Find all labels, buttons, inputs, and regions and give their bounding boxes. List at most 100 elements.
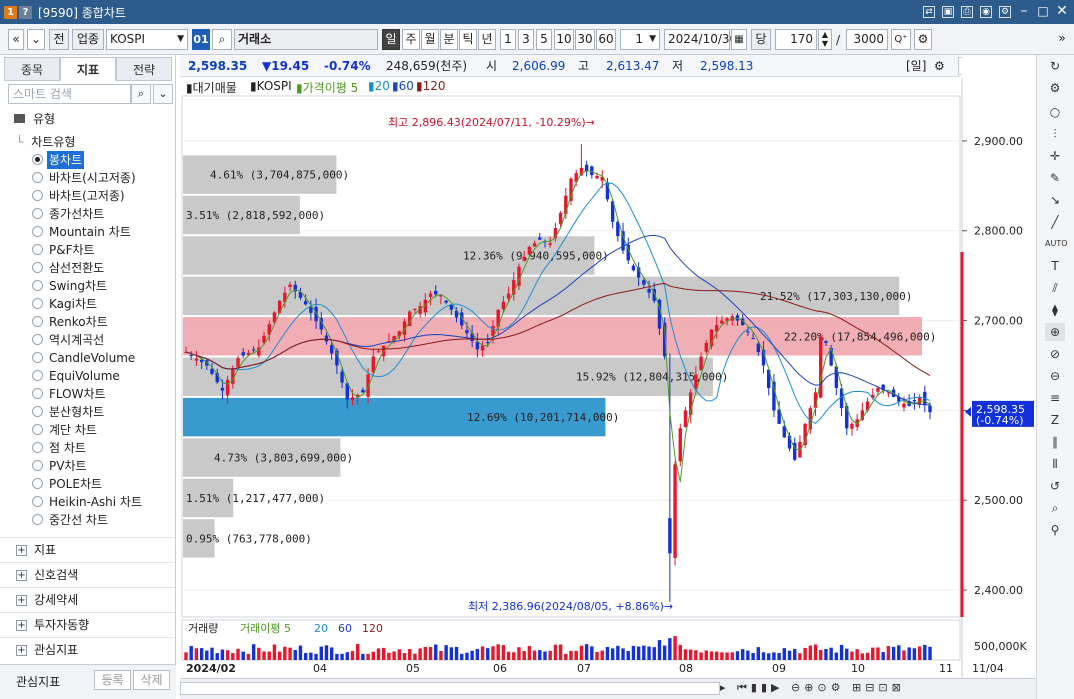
magnify-icon[interactable]: ⚲ <box>1045 521 1065 539</box>
candle-body <box>225 379 230 396</box>
bar-lines-icon[interactable]: ⦀ <box>1045 455 1065 473</box>
volume-bar <box>720 652 724 660</box>
volume-bar <box>293 650 297 660</box>
x-tick-label: 10 <box>851 662 865 675</box>
candle-body <box>486 342 490 344</box>
volume-bar <box>189 646 193 660</box>
x-tick-label: 2024/02 <box>186 662 236 675</box>
volume-bar <box>605 646 610 660</box>
volume-bar <box>215 653 219 660</box>
volume-bar <box>460 653 464 660</box>
volume-profile-label: 12.69% (10,201,714,000) <box>467 411 619 424</box>
volume-bar <box>626 651 630 660</box>
candle-body <box>309 307 313 313</box>
high-annotation: 최고 2,896.43(2024/07/11, -10.29%)→ <box>388 116 595 129</box>
candle-body <box>324 335 329 342</box>
volume-bar <box>496 644 500 660</box>
chart-tool-icon[interactable]: ⫶ <box>1045 125 1065 143</box>
volume-bar <box>865 652 870 660</box>
volume-bar <box>819 649 823 660</box>
zoom-out-icon[interactable]: ⊖ <box>1045 367 1065 385</box>
volume-bar <box>662 645 667 660</box>
close-icon[interactable]: ✕ <box>1056 4 1068 18</box>
volume-bar <box>735 651 740 660</box>
volume-bar <box>382 647 386 660</box>
candle-body <box>720 320 724 324</box>
price-chart[interactable]: 2,900.002,800.002,700.002,600.002,500.00… <box>0 0 1036 678</box>
volume-legend-item: 거래이평 5 <box>240 622 291 635</box>
volume-bar <box>277 651 282 660</box>
pen-icon[interactable]: ✎ <box>1045 169 1065 187</box>
volume-legend-item: 거래량 <box>188 622 218 635</box>
gear-icon[interactable]: ⚙ <box>1045 79 1065 97</box>
volume-bar <box>590 646 594 660</box>
volume-bar <box>574 650 578 660</box>
candle-body <box>236 358 240 367</box>
candle-body <box>850 423 854 429</box>
candle-body <box>501 301 506 310</box>
undo-icon[interactable]: ↺ <box>1045 477 1065 495</box>
candle-body <box>590 166 594 176</box>
volume-bar <box>798 653 802 660</box>
volume-bar <box>355 644 360 660</box>
volume-bar <box>761 652 766 660</box>
volume-profile-label: 22.20% (17,854,496,000) <box>784 330 936 343</box>
candle-body <box>772 381 776 411</box>
toolbar-expand-icon[interactable]: » <box>1056 29 1068 50</box>
circle-tool-icon[interactable]: ○ <box>1045 103 1065 121</box>
volume-bar <box>772 652 776 660</box>
x-tick-label: 11 <box>939 662 953 675</box>
volume-bar <box>257 647 261 660</box>
scroll-controls[interactable]: ▸ ⏮▮▮▶ ⊖⊕⊙⚙ ⊞⊟⊡⊠ <box>720 681 905 695</box>
crosshair-icon[interactable]: ✛ <box>1045 147 1065 165</box>
volume-bar <box>303 653 308 660</box>
volume-bar <box>402 653 407 660</box>
volume-bar <box>699 652 703 660</box>
zigzag-icon[interactable]: Z <box>1045 411 1065 429</box>
draw-list-icon[interactable]: ≡ <box>1045 389 1065 407</box>
bottom-scrollbar[interactable]: ▸ ⏮▮▮▶ ⊖⊕⊙⚙ ⊞⊟⊡⊠ <box>180 678 1036 699</box>
line-tool-icon[interactable]: ╱ <box>1045 213 1065 231</box>
channel-icon[interactable]: ⫽ <box>1045 279 1065 297</box>
candle-body <box>751 338 755 340</box>
volume-bar <box>595 651 599 660</box>
volume-bar <box>329 647 334 660</box>
candle-body <box>902 403 906 408</box>
refresh-icon[interactable]: ↻ <box>1045 57 1065 75</box>
x-tick-label: 04 <box>313 662 327 675</box>
auto-icon[interactable]: AUTO <box>1045 235 1068 253</box>
volume-bar <box>777 653 781 660</box>
candle-body <box>340 371 344 383</box>
last-pct-label: (-0.74%) <box>976 414 1024 427</box>
search-tool-icon[interactable]: ⌕ <box>1045 499 1065 517</box>
volume-bar <box>636 646 641 660</box>
volume-bar <box>506 651 511 660</box>
candle-body <box>912 400 917 402</box>
volume-bar <box>548 650 552 660</box>
candle-body <box>756 343 761 353</box>
volume-bar <box>543 651 547 660</box>
volume-bar <box>408 649 412 660</box>
volume-bar <box>730 652 734 660</box>
volume-bar <box>350 651 355 660</box>
volume-bar <box>917 646 922 660</box>
volume-bar <box>413 653 417 660</box>
volume-bar <box>652 647 656 660</box>
ray-icon[interactable]: ↘ <box>1045 191 1065 209</box>
volume-bar <box>829 647 833 660</box>
volume-bar <box>444 645 448 660</box>
candle-body <box>220 387 225 391</box>
scroll-track[interactable] <box>180 682 720 695</box>
zoom-select-icon[interactable]: ⊘ <box>1045 345 1065 363</box>
volume-bar <box>246 653 251 660</box>
volume-bar <box>767 653 771 660</box>
maximize-icon[interactable]: □ <box>1037 5 1049 18</box>
zoom-in-icon[interactable]: ⊕ <box>1045 323 1065 341</box>
volume-bar <box>694 650 698 660</box>
volume-bar <box>569 650 573 660</box>
text-tool-icon[interactable]: T <box>1045 257 1065 275</box>
volume-bar <box>262 651 266 660</box>
candle-body <box>444 300 448 303</box>
candle-icon[interactable]: ⧫ <box>1045 301 1065 319</box>
vertical-lines-icon[interactable]: ∥ <box>1045 433 1065 451</box>
